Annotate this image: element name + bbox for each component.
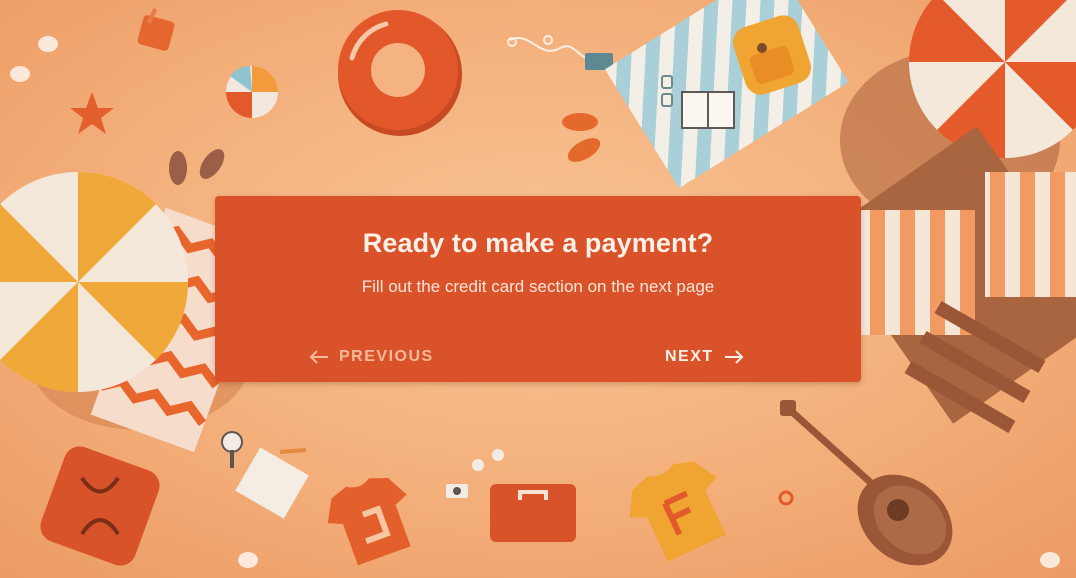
cooler-box-icon bbox=[490, 484, 576, 542]
beach-ball-icon bbox=[226, 66, 278, 118]
previous-label: PREVIOUS bbox=[339, 348, 434, 365]
dialog-subtitle: Fill out the credit card section on the … bbox=[361, 277, 715, 296]
payment-prompt-dialog: Ready to make a payment? Fill out the cr… bbox=[215, 196, 861, 382]
next-label: NEXT bbox=[665, 348, 714, 365]
next-button[interactable]: NEXT bbox=[665, 345, 744, 369]
previous-button[interactable]: PREVIOUS bbox=[309, 345, 434, 369]
dialog-title: Ready to make a payment? bbox=[362, 228, 714, 258]
arrow-right-icon bbox=[724, 350, 744, 364]
arrow-left-icon bbox=[309, 350, 329, 364]
open-book-icon bbox=[681, 91, 735, 129]
camera-icon bbox=[446, 484, 468, 498]
